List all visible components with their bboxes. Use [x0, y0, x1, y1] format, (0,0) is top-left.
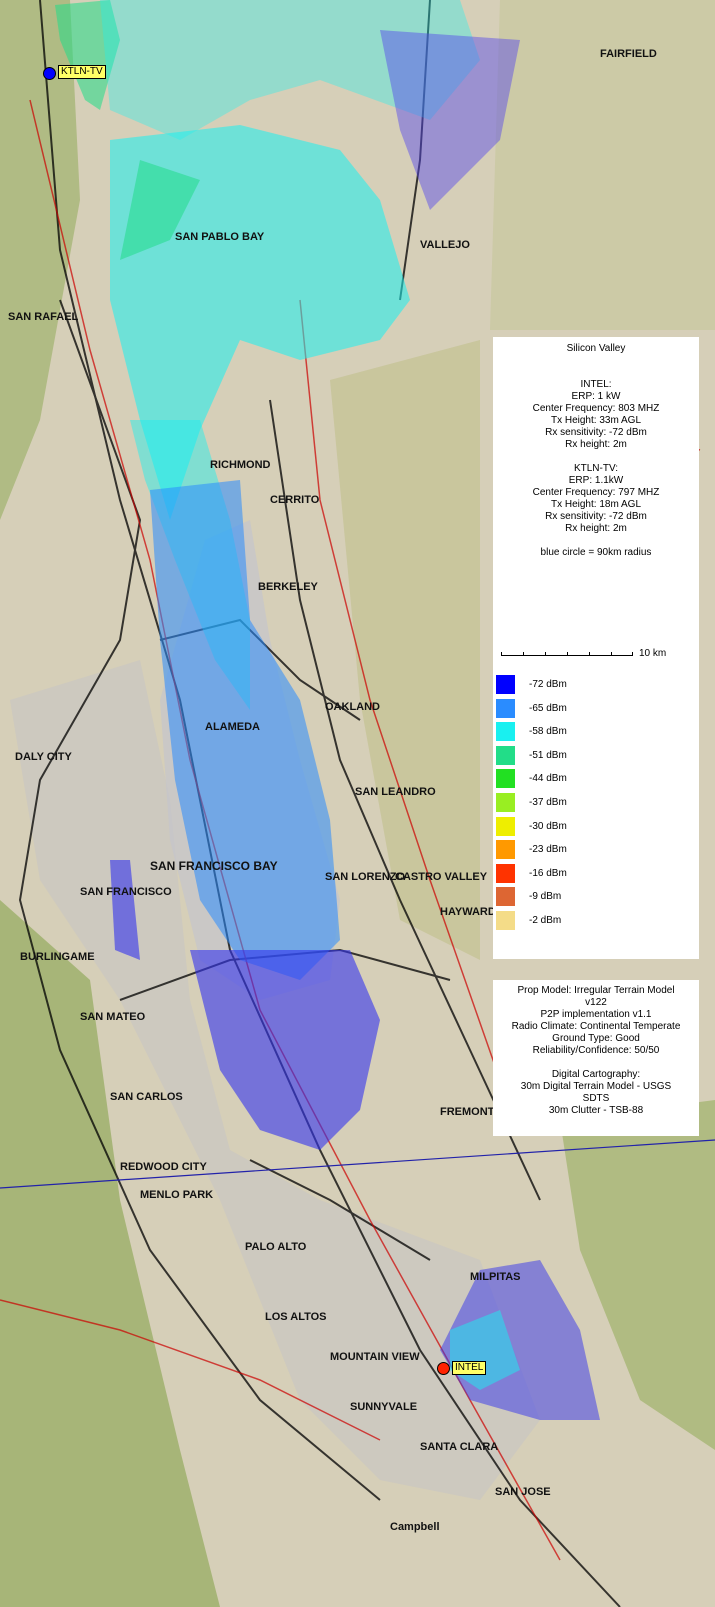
- legend-level-row: -37 dBm: [496, 793, 696, 815]
- ktln-rx-sensitivity: Rx sensitivity: -72 dBm: [545, 511, 647, 522]
- legend-title: Silicon Valley: [566, 343, 626, 354]
- map-place-label: BURLINGAME: [20, 951, 95, 963]
- ktln-tv-site-label: KTLN-TV: [58, 65, 106, 79]
- scale-label: 10 km: [639, 648, 667, 659]
- intel-heading: INTEL:: [580, 379, 612, 390]
- legend-swatch: [496, 863, 515, 883]
- map-place-label: VALLEJO: [420, 239, 470, 251]
- map-place-label: MOUNTAIN VIEW: [330, 1351, 420, 1363]
- map-place-label: RICHMOND: [210, 459, 271, 471]
- map-place-label: SAN MATEO: [80, 1011, 146, 1023]
- legend-swatch: [496, 887, 515, 907]
- ktln-tx-height: Tx Height: 18m AGL: [550, 499, 642, 510]
- map-place-label: FREMONT: [440, 1106, 495, 1118]
- reliability: Reliability/Confidence: 50/50: [532, 1045, 660, 1056]
- map-place-label: SAN RAFAEL: [8, 311, 79, 323]
- map-place-label: ALAMEDA: [205, 721, 260, 733]
- legend-swatch: [496, 769, 515, 789]
- clutter-model: 30m Clutter - TSB-88: [548, 1105, 644, 1116]
- legend-level-row: -2 dBm: [496, 911, 696, 933]
- legend-level-row: -23 dBm: [496, 840, 696, 862]
- map-place-label: SAN CARLOS: [110, 1091, 183, 1103]
- legend-level-label: -9 dBm: [529, 891, 562, 903]
- legend-swatch: [496, 840, 515, 860]
- legend-swatch: [496, 793, 515, 812]
- map-place-label: MILPITAS: [470, 1271, 521, 1283]
- map-place-label: HAYWARD: [440, 906, 496, 918]
- ktln-frequency: Center Frequency: 797 MHZ: [532, 487, 660, 498]
- model-name: Prop Model: Irregular Terrain Model: [517, 985, 675, 996]
- ktln-rx-height: Rx height: 2m: [565, 523, 627, 534]
- legend-level-label: -72 dBm: [529, 679, 567, 690]
- map-place-label: SAN JOSE: [495, 1486, 551, 1498]
- map-place-label: SANTA CLARA: [420, 1441, 498, 1453]
- legend-level-label: -65 dBm: [529, 702, 567, 714]
- map-place-label: FAIRFIELD: [600, 48, 657, 60]
- legend-level-row: -51 dBm: [496, 745, 696, 768]
- radio-climate: Radio Climate: Continental Temperate: [511, 1021, 681, 1032]
- legend-level-label: -2 dBm: [529, 915, 562, 926]
- legend-swatch: [496, 816, 515, 836]
- ktln-tv-site-dot[interactable]: [43, 67, 56, 80]
- map-place-label: BERKELEY: [258, 581, 319, 593]
- legend-level-row: -44 dBm: [496, 769, 696, 791]
- map-place-label: OAKLAND: [325, 701, 380, 713]
- map-place-label: DALY CITY: [15, 751, 73, 763]
- legend-panel: Silicon Valley INTEL: ERP: 1 kW Center F…: [493, 337, 699, 959]
- legend-level-label: -16 dBm: [529, 867, 567, 879]
- model-implementation: P2P implementation v1.1: [540, 1009, 652, 1020]
- legend-level-label: -58 dBm: [529, 726, 567, 738]
- map-place-label: CERRITO: [270, 494, 320, 506]
- intel-site-dot[interactable]: [437, 1362, 450, 1375]
- intel-site-label: INTEL: [452, 1361, 487, 1375]
- legend-level-label: -23 dBm: [529, 844, 567, 856]
- terrain-model-format: SDTS: [582, 1093, 610, 1104]
- legend-level-row: -16 dBm: [496, 863, 696, 886]
- map-place-label: CASTRO VALLEY: [395, 871, 488, 883]
- ground-type: Ground Type: Good: [552, 1033, 640, 1044]
- map-place-label: MENLO PARK: [140, 1189, 213, 1201]
- legend-swatch: [496, 675, 515, 694]
- terrain-model: 30m Digital Terrain Model - USGS: [520, 1081, 672, 1092]
- legend-swatch: [496, 911, 515, 930]
- legend-level-label: -37 dBm: [529, 797, 567, 808]
- legend-level-row: -65 dBm: [496, 698, 696, 721]
- legend-level-row: -9 dBm: [496, 887, 696, 909]
- ktln-heading: KTLN-TV:: [573, 463, 619, 474]
- intel-rx-height: Rx height: 2m: [565, 439, 627, 450]
- map-place-label: SAN FRANCISCO: [80, 886, 172, 898]
- legend-level-row: -72 dBm: [496, 675, 696, 697]
- map-place-label: SAN PABLO BAY: [175, 231, 265, 243]
- legend-level-row: -58 dBm: [496, 722, 696, 744]
- cartography-heading: Digital Cartography:: [551, 1069, 641, 1080]
- legend-level-row: -30 dBm: [496, 816, 696, 839]
- map-place-label: LOS ALTOS: [265, 1311, 327, 1323]
- model-version: v122: [585, 997, 607, 1008]
- scale-bar: 10 km: [501, 647, 691, 661]
- map-place-label: SUNNYVALE: [350, 1401, 417, 1413]
- intel-erp: ERP: 1 kW: [571, 391, 621, 402]
- circle-note: blue circle = 90km radius: [540, 547, 652, 558]
- map-place-label: Campbell: [390, 1521, 440, 1533]
- legend-swatch: [496, 722, 515, 742]
- ktln-erp: ERP: 1.1kW: [568, 475, 624, 486]
- legend-level-label: -30 dBm: [529, 820, 567, 832]
- map-place-label: SAN LORENZO: [325, 871, 406, 883]
- legend-swatch: [496, 745, 515, 765]
- intel-tx-height: Tx Height: 33m AGL: [550, 415, 642, 426]
- intel-rx-sensitivity: Rx sensitivity: -72 dBm: [545, 427, 647, 438]
- propagation-model-panel: Prop Model: Irregular Terrain Model v122…: [493, 980, 699, 1136]
- map-place-label: SAN LEANDRO: [355, 786, 436, 798]
- legend-level-label: -44 dBm: [529, 773, 567, 785]
- map-place-label: REDWOOD CITY: [120, 1161, 207, 1173]
- legend-swatch: [496, 698, 515, 718]
- intel-frequency: Center Frequency: 803 MHZ: [532, 403, 660, 414]
- legend-level-label: -51 dBm: [529, 749, 567, 761]
- map-place-label: SAN FRANCISCO BAY: [150, 859, 278, 873]
- map-place-label: PALO ALTO: [245, 1241, 307, 1253]
